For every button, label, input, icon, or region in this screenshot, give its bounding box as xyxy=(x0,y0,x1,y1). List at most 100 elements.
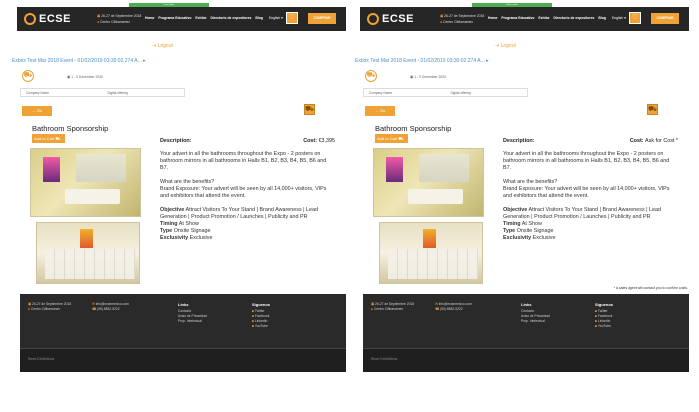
nav-exhibe[interactable]: Exhibe xyxy=(538,16,549,20)
calendar-icon: ▣ xyxy=(28,302,32,306)
nav-directorio[interactable]: Directorio de expositores xyxy=(554,16,595,20)
cart-icon[interactable]: ♡ xyxy=(629,12,641,24)
footer-event: ▣ 26-27 de Septiembre 2018 ● Centro Citib… xyxy=(28,302,72,311)
footer-contact: ✉ info@ecsemexico.com ☎ (55) 8852-5222 xyxy=(92,302,129,311)
exclusivity-row: Exclusivity Exclusive xyxy=(503,235,556,241)
bathroom-photo-2 xyxy=(379,222,483,284)
language-select[interactable]: English ▾ xyxy=(269,16,283,20)
main-nav: Home Programa Educativo Exhibe Directori… xyxy=(145,16,263,20)
mail-icon: ✉ xyxy=(435,302,438,306)
footer-links: Links Contacto Aviso de Privacidad Prop. In… xyxy=(521,302,550,323)
bathroom-photo-1 xyxy=(30,148,141,217)
objective-row: Objective Attract Visitors To Your Stand… xyxy=(503,207,662,220)
description-label: Description: xyxy=(503,138,535,144)
cost-line: Cost: €3,395 xyxy=(303,138,335,144)
language-select[interactable]: English ▾ xyxy=(612,16,626,20)
youtube-link[interactable]: ■ YouTube xyxy=(595,324,613,329)
site-logo[interactable]: ECSE xyxy=(24,11,82,27)
mail-icon: ✉ xyxy=(92,302,95,306)
mirror xyxy=(76,154,126,182)
type-row: Type Onsite Signage xyxy=(160,228,211,234)
phone-icon: ☎ xyxy=(435,307,440,311)
footer-bottom: Reed Exhibitions xyxy=(20,348,346,372)
reed-logo: Reed Exhibitions xyxy=(371,357,398,361)
footer-bottom: Reed Exhibitions xyxy=(363,348,689,372)
tiles xyxy=(45,249,135,279)
nav-directorio[interactable]: Directorio de expositores xyxy=(211,16,252,20)
description-body: Your advert in all the bathrooms through… xyxy=(503,151,671,242)
calendar-icon: ▣ xyxy=(371,302,375,306)
location-icon: ● xyxy=(97,20,100,24)
nav-blog[interactable]: Blog xyxy=(598,16,606,20)
poster xyxy=(386,157,403,182)
footer-social: Síguenos ■ Twitter ■ Facebook ■ LinkedIn ■ Y… xyxy=(252,302,271,329)
phone-icon: ☎ xyxy=(92,307,97,311)
objective-row: Objective Attract Visitors To Your Stand… xyxy=(160,207,319,220)
product-title: Bathroom Sponsorship xyxy=(32,124,109,133)
add-to-cart-button[interactable]: Add to Cart ⛟ xyxy=(32,134,65,143)
date-line: ▣ 1 - 9 December 2020 xyxy=(67,75,104,79)
footer-links: Links Contacto Aviso de Privacidad Prop. In… xyxy=(178,302,207,323)
col-offering: Digital offering xyxy=(107,90,128,95)
cart-button[interactable]: ⛟ xyxy=(647,104,658,115)
cart-button[interactable]: ⛟ xyxy=(304,104,315,115)
breadcrumb[interactable]: Exbox Test Mar 2018 Event - 01/02/2019 0… xyxy=(355,58,489,64)
event-info: ▣ 26-27 de Septiembre 2018 ● Centro Citib… xyxy=(440,14,485,24)
green-notice-strip: Event notice xyxy=(129,3,209,7)
exclusivity-row: Exclusivity Exclusive xyxy=(160,235,213,241)
site-logo[interactable]: ECSE xyxy=(367,11,425,27)
col-company: Company Name xyxy=(369,90,393,95)
event-info: ▣ 26-27 de Septiembre 2018 ● Centro Citib… xyxy=(97,14,142,24)
poster xyxy=(43,157,60,182)
footer-contact: ✉ info@ecsemexico.com ☎ (55) 8852-5222 xyxy=(435,302,472,311)
nav-exhibe[interactable]: Exhibe xyxy=(195,16,206,20)
nav-blog[interactable]: Blog xyxy=(255,16,263,20)
youtube-link[interactable]: ■ YouTube xyxy=(252,324,270,329)
add-to-cart-button[interactable]: Add to Cart ⛟ xyxy=(375,134,408,143)
desc-para-1: Your advert in all the bathrooms through… xyxy=(160,151,327,171)
location-icon: ● xyxy=(28,307,30,311)
mirror xyxy=(419,154,469,182)
right-panel: Event notice ECSE ▣ 26-27 de Septiembre … xyxy=(355,0,689,412)
reed-logo: Reed Exhibitions xyxy=(28,357,55,361)
location-icon: ● xyxy=(371,307,373,311)
breadcrumb[interactable]: Exbox Test Mar 2018 Event - 01/02/2019 0… xyxy=(12,58,146,64)
nav-home[interactable]: Home xyxy=(145,16,154,20)
sales-note: * A sales agent will contact you to conf… xyxy=(613,286,688,290)
cost-value: Ask for Cost * xyxy=(645,138,678,144)
page: Event notice ECSE ▣ 26-27 de Septiembre … xyxy=(0,0,699,412)
logout-link[interactable]: ⇥ Logout xyxy=(495,43,516,49)
top-header: Event notice ECSE ▣ 26-27 de Septiembre … xyxy=(360,3,689,31)
desc-para-2: What are the benefits? Brand Exposure: Yo… xyxy=(160,179,327,199)
description-label: Description: xyxy=(160,138,192,144)
buy-button[interactable]: COMPRAR xyxy=(308,13,336,24)
back-button[interactable]: ← Go xyxy=(365,106,395,116)
type-row: Type Onsite Signage xyxy=(503,228,554,234)
logo-ring-icon xyxy=(24,13,36,25)
date-line: ▣ 1 - 9 December 2020 xyxy=(410,75,447,79)
nav-programa[interactable]: Programa Educativo xyxy=(501,16,534,20)
sink xyxy=(65,189,120,204)
event-cart-icon: ⛟ xyxy=(22,70,34,82)
logout-link[interactable]: ⇥ Logout xyxy=(152,43,173,49)
nav-home[interactable]: Home xyxy=(488,16,497,20)
nav-programa[interactable]: Programa Educativo xyxy=(158,16,191,20)
green-notice-strip: Event notice xyxy=(472,3,552,7)
top-header: Event notice ECSE ▣ 26-27 de Septiembre … xyxy=(17,3,346,31)
footer: ▣ 26-27 de Septiembre 2018 ● Centro Citib… xyxy=(20,294,346,372)
desc-para-1: Your advert in all the bathrooms through… xyxy=(503,151,670,171)
logo-ring-icon xyxy=(367,13,379,25)
timing-row: Timing At Show xyxy=(160,221,199,227)
cart-icon[interactable]: ♡ xyxy=(286,12,298,24)
buy-button[interactable]: COMPRAR xyxy=(651,13,679,24)
footer-event: ▣ 26-27 de Septiembre 2018 ● Centro Citib… xyxy=(371,302,415,311)
description-body: Your advert in all the bathrooms through… xyxy=(160,151,328,242)
calendar-icon: ▣ xyxy=(440,14,444,18)
sink xyxy=(408,189,463,204)
location-icon: ● xyxy=(440,20,443,24)
left-panel: Event notice ECSE ▣ 26-27 de Septiembre … xyxy=(12,0,346,412)
back-button[interactable]: ← Go xyxy=(22,106,52,116)
offering-table: Company Name Digital offering xyxy=(20,88,185,97)
product-title: Bathroom Sponsorship xyxy=(375,124,452,133)
col-offering: Digital offering xyxy=(450,90,471,95)
